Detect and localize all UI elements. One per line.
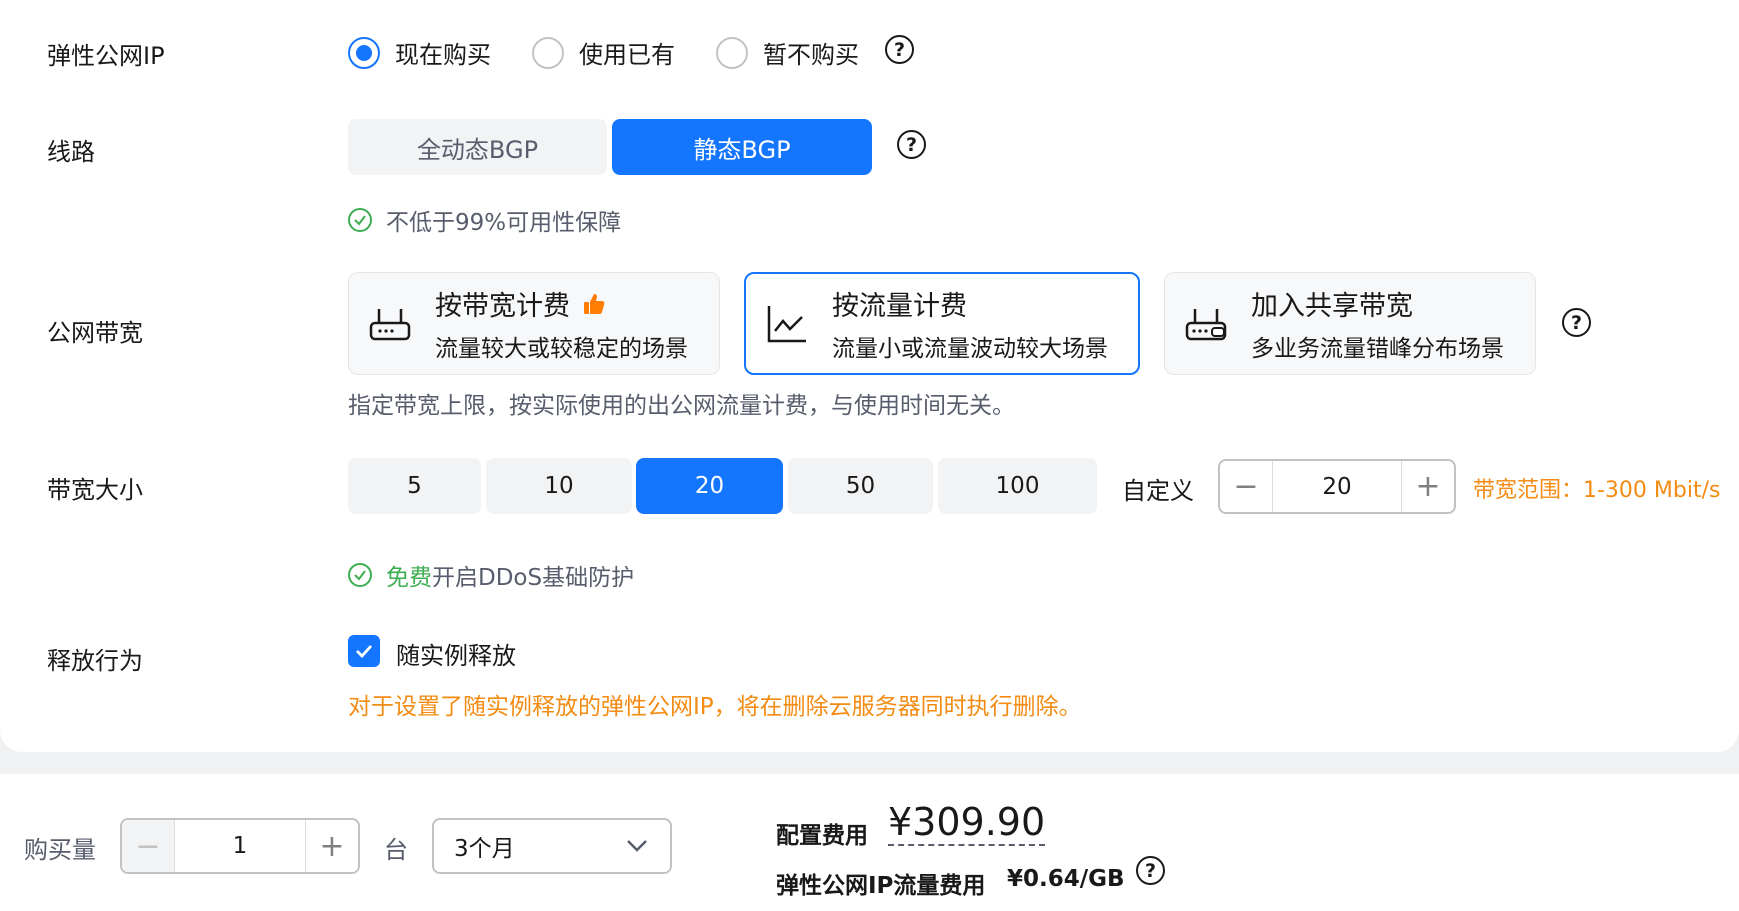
config-fee-label: 配置费用 [776,823,868,849]
release-with-instance-checkbox[interactable] [348,635,380,667]
bandwidth-option-50[interactable]: 50 [788,458,933,514]
radio-circle[interactable] [532,36,564,69]
billing-card-title: 按带宽计费 [435,291,570,322]
plus-button[interactable]: + [1402,461,1454,512]
release-label: 释放行为 [47,647,143,675]
duration-value: 3个月 [454,836,515,862]
radio-use-existing-label: 使用已有 [579,41,675,69]
availability-note: 不低于99%可用性保障 [348,203,621,237]
line-label: 线路 [47,138,95,166]
quantity-value[interactable]: 1 [174,820,306,872]
check-icon [356,645,373,659]
release-warning: 对于设置了随实例释放的弹性公网IP，将在删除云服务器同时执行删除。 [348,694,1082,720]
billing-card-subtitle: 流量较大或较稳定的场景 [435,336,688,362]
bandwidth-option-10[interactable]: 10 [486,458,632,514]
shared-router-icon [1185,308,1227,340]
traffic-fee-label: 弹性公网IP流量费用 [776,873,986,899]
check-circle-icon [348,563,372,587]
radio-not-buy-label: 暂不购买 [763,41,859,69]
radio-not-buy[interactable]: 暂不购买 [716,35,859,70]
help-icon[interactable]: ? [1136,856,1165,885]
thumbs-up-icon [584,293,605,314]
billing-description: 指定带宽上限，按实际使用的出公网流量计费，与使用时间无关。 [348,393,1015,419]
billing-card-by-traffic[interactable]: 按流量计费 流量小或流量波动较大场景 [744,272,1140,375]
chevron-down-icon [627,840,647,852]
bandwidth-size-label: 带宽大小 [47,476,143,504]
help-icon[interactable]: ? [897,130,926,159]
purchase-footer: 购买量 − 1 + 台 3个月 配置费用 ¥309.90 弹性公网IP流量费用 … [0,774,1739,911]
unit-label: 台 [384,836,408,864]
billing-card-shared-bandwidth[interactable]: 加入共享带宽 多业务流量错峰分布场景 [1164,272,1536,375]
billing-card-by-bandwidth[interactable]: 按带宽计费 流量较大或较稳定的场景 [348,272,720,375]
traffic-fee-value: ¥0.64/GB [1007,866,1125,892]
ddos-note: 免费 开启DDoS基础防护 [348,558,634,592]
quantity-stepper[interactable]: − 1 + [120,818,360,874]
radio-use-existing[interactable]: 使用已有 [532,35,675,70]
release-checkbox-label[interactable]: 随实例释放 [396,636,516,671]
billing-card-subtitle: 流量小或流量波动较大场景 [832,336,1108,362]
bandwidth-option-20[interactable]: 20 [636,458,783,514]
custom-label: 自定义 [1122,477,1194,505]
config-fee-value[interactable]: ¥309.90 [888,800,1046,846]
config-panel: 弹性公网IP 现在购买 使用已有 暂不购买 ? 线路 全动态BGP 静态BGP … [0,0,1739,752]
quantity-label: 购买量 [24,836,96,864]
bandwidth-range-text: 带宽范围：1-300 Mbit/s [1473,478,1721,503]
plus-button[interactable]: + [306,820,358,872]
bandwidth-stepper[interactable]: − 20 + [1218,459,1456,514]
billing-card-title: 加入共享带宽 [1251,291,1413,322]
minus-button[interactable]: − [122,820,174,872]
line-option-static-bgp[interactable]: 静态BGP [612,119,872,175]
ddos-text: 开启DDoS基础防护 [432,565,635,591]
minus-button[interactable]: − [1220,461,1272,512]
bandwidth-option-5[interactable]: 5 [348,458,481,514]
router-icon [369,308,411,340]
radio-buy-now[interactable]: 现在购买 [348,35,491,70]
help-icon[interactable]: ? [885,35,914,64]
bandwidth-value[interactable]: 20 [1272,461,1402,512]
duration-select[interactable]: 3个月 [432,818,672,874]
line-chart-icon [767,305,806,342]
radio-buy-now-label: 现在购买 [395,41,491,69]
availability-text: 不低于99%可用性保障 [386,210,622,236]
bandwidth-option-100[interactable]: 100 [938,458,1097,514]
billing-card-subtitle: 多业务流量错峰分布场景 [1251,336,1504,362]
eip-label: 弹性公网IP [47,42,165,70]
radio-circle-checked[interactable] [348,36,380,69]
check-circle-icon [348,208,372,232]
radio-circle[interactable] [716,36,748,69]
ddos-free-text: 免费 [386,565,432,591]
line-option-dynamic-bgp[interactable]: 全动态BGP [348,119,607,175]
help-icon[interactable]: ? [1562,308,1591,337]
bandwidth-billing-label: 公网带宽 [47,319,143,347]
billing-card-title: 按流量计费 [832,291,967,322]
